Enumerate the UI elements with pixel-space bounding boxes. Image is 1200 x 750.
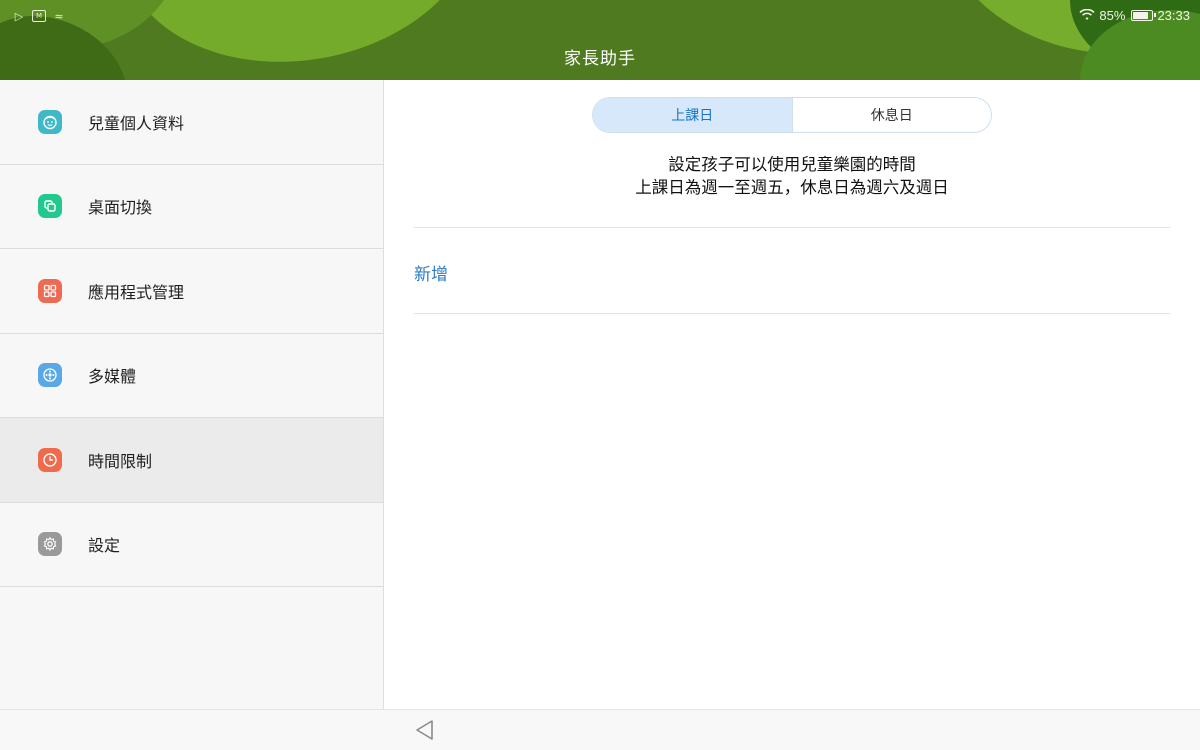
sidebar-item-label: 設定 <box>88 536 121 556</box>
status-bar-right: 85% 23:33 <box>1079 6 1190 24</box>
battery-icon <box>1131 9 1157 21</box>
child-face-icon <box>38 109 62 134</box>
sidebar-item-label: 桌面切換 <box>88 198 153 218</box>
app-grid-icon <box>38 278 62 303</box>
gallery-icon: M <box>32 10 46 22</box>
sidebar: 兒童個人資料 桌面切換 應用程式管理 多媒體 時間限制 設定 <box>0 80 384 709</box>
time-limit-description: 設定孩子可以使用兒童樂園的時間 上課日為週一至週五，休息日為週六及週日 <box>384 153 1200 199</box>
sidebar-item-app-management[interactable]: 應用程式管理 <box>0 249 383 334</box>
sidebar-item-label: 多媒體 <box>88 367 137 387</box>
back-triangle-icon[interactable] <box>412 718 438 742</box>
day-type-tabs: 上課日 休息日 <box>592 97 992 133</box>
sidebar-item-child-profile[interactable]: 兒童個人資料 <box>0 80 383 165</box>
clock-time: 23:33 <box>1157 7 1190 23</box>
gear-icon <box>38 532 62 557</box>
tab-school-day[interactable]: 上課日 <box>593 98 793 132</box>
app-header: ▷ M ≈ 85% 23:33 家長助手 <box>0 0 1200 80</box>
page-title: 家長助手 <box>564 49 636 69</box>
media-icon <box>38 363 62 388</box>
switch-desktop-icon <box>38 194 62 219</box>
tab-rest-day[interactable]: 休息日 <box>793 98 992 132</box>
divider <box>414 227 1170 228</box>
sidebar-item-label: 應用程式管理 <box>88 282 185 302</box>
sidebar-item-time-limit[interactable]: 時間限制 <box>0 418 383 503</box>
system-nav-bar <box>0 709 1200 750</box>
clock-icon <box>38 447 62 472</box>
description-line-1: 設定孩子可以使用兒童樂園的時間 <box>668 155 916 174</box>
cast-icon: ≈ <box>54 9 64 23</box>
sidebar-item-settings[interactable]: 設定 <box>0 503 383 587</box>
play-store-icon: ▷ <box>14 9 24 23</box>
main-content: 上課日 休息日 設定孩子可以使用兒童樂園的時間 上課日為週一至週五，休息日為週六… <box>384 80 1200 709</box>
sidebar-item-label: 兒童個人資料 <box>88 113 185 133</box>
battery-fill <box>1133 11 1148 19</box>
status-bar-left: ▷ M ≈ <box>12 8 66 24</box>
description-line-2: 上課日為週一至週五，休息日為週六及週日 <box>635 178 949 197</box>
sidebar-item-label: 時間限制 <box>88 451 153 471</box>
sidebar-item-multimedia[interactable]: 多媒體 <box>0 334 383 418</box>
divider <box>414 313 1170 314</box>
battery-percent: 85% <box>1099 7 1126 23</box>
sidebar-item-desktop-switch[interactable]: 桌面切換 <box>0 165 383 249</box>
add-time-button[interactable]: 新增 <box>414 260 448 285</box>
wifi-icon <box>1079 9 1095 20</box>
